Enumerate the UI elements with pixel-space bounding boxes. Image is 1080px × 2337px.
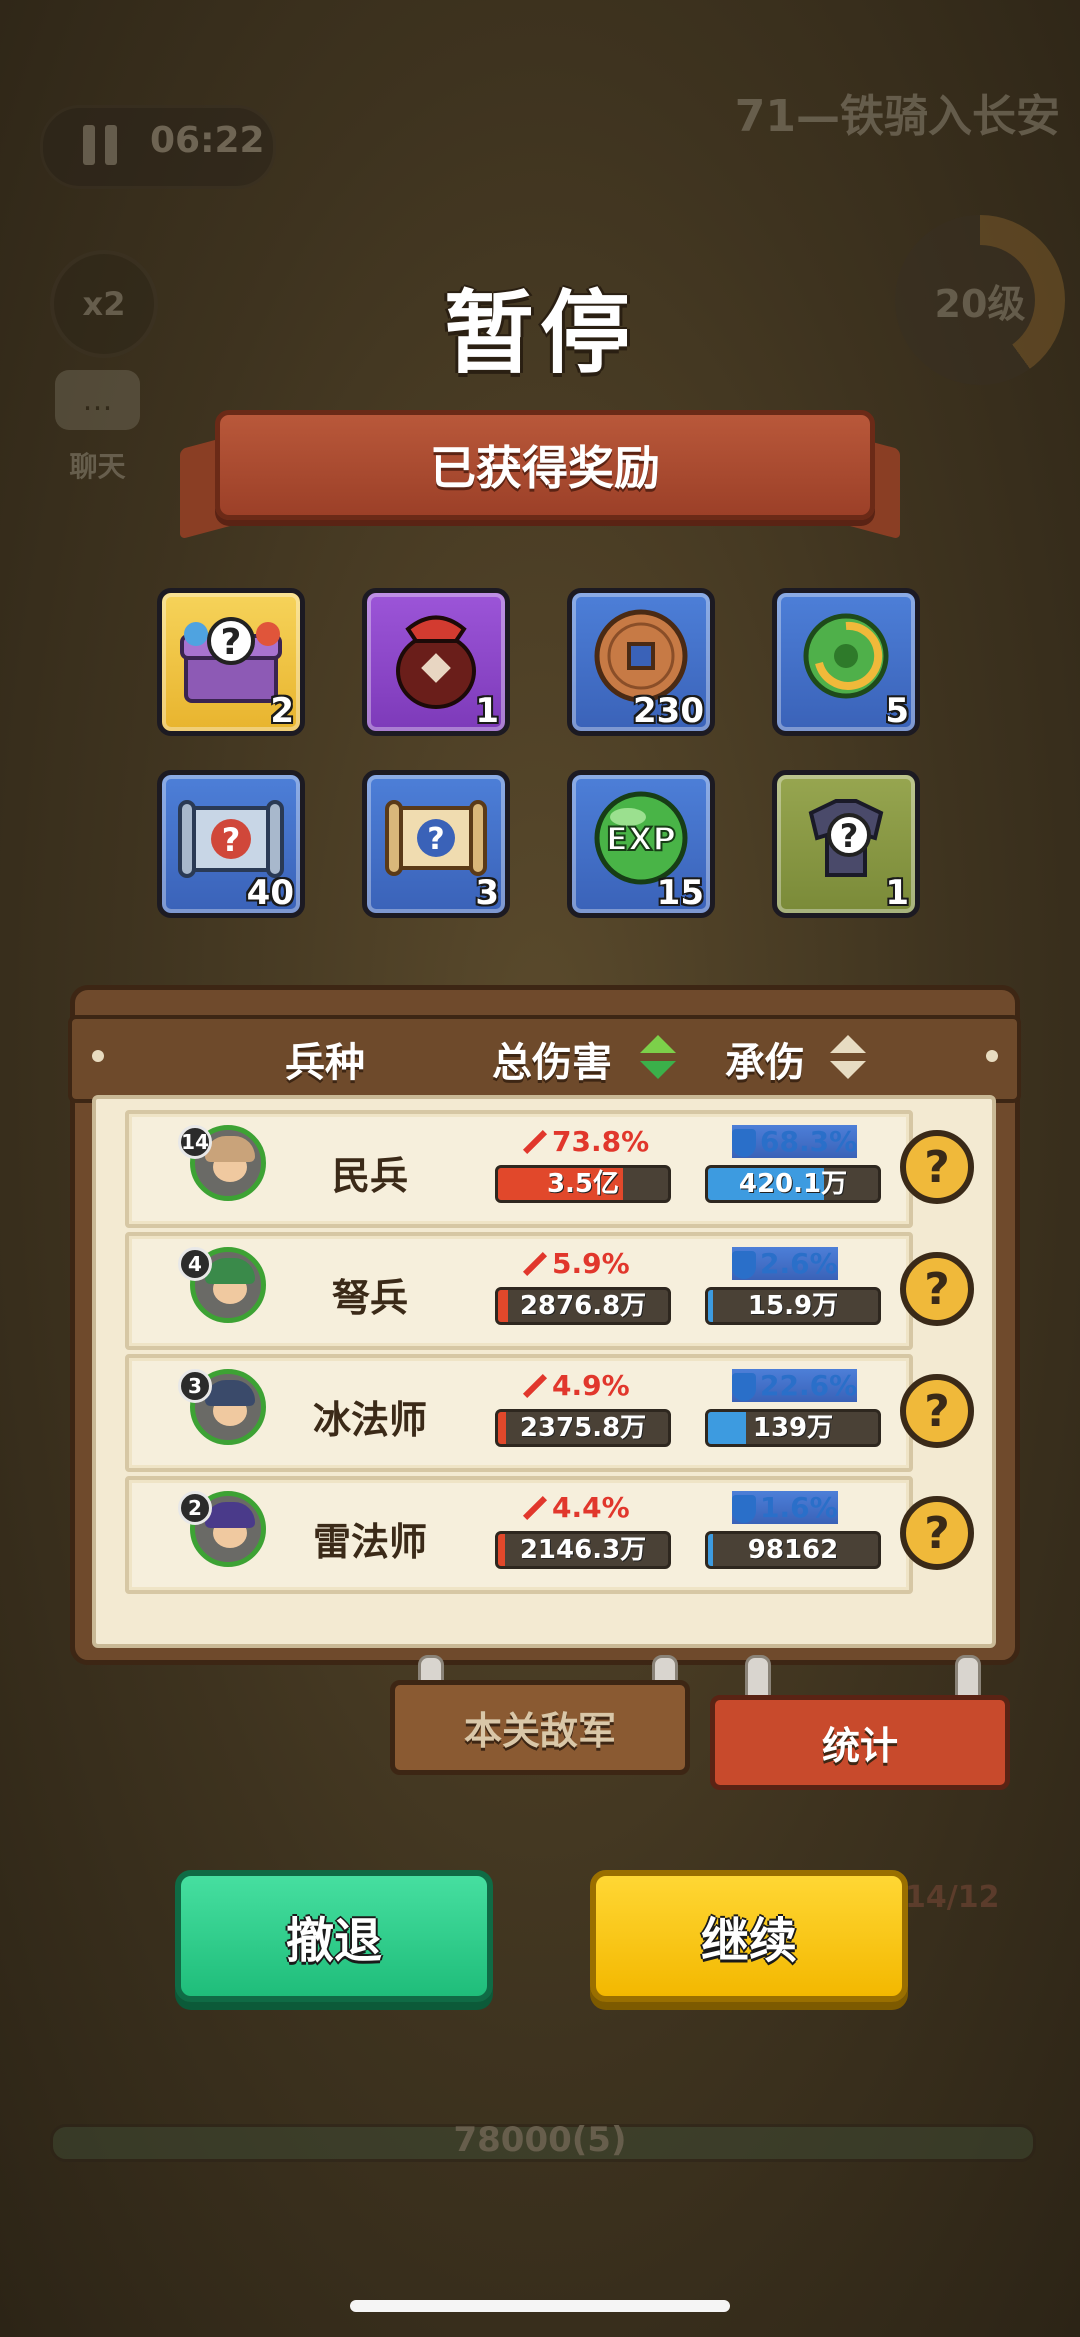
tab-statistics-label: 统计 [821, 1724, 898, 1768]
wine-jar-icon [396, 616, 476, 710]
continue-button[interactable]: 继续 [590, 1870, 908, 2002]
reward-count: 15 [656, 873, 704, 913]
battle-timer: 06:22 [150, 120, 265, 161]
reward-count: 5 [885, 691, 909, 731]
reward-mystery-armor[interactable]: ? 1 [772, 770, 920, 918]
unit-name: 民兵 [331, 1154, 408, 1198]
taken-percent: 68.3% [732, 1125, 858, 1158]
damage-bar: 2146.3万 [495, 1531, 671, 1569]
shield-icon [732, 1495, 756, 1523]
taken-percent: 2.6% [732, 1247, 838, 1280]
enemy-count: 14/12 [905, 1880, 1000, 1915]
tab-stage-enemies-label: 本关敌军 [463, 1709, 616, 1753]
header-rivet [92, 1050, 104, 1062]
damage-percent: 5.9% [522, 1247, 630, 1280]
reward-wine-jar[interactable]: 1 [362, 588, 510, 736]
taken-percent: 1.6% [732, 1491, 838, 1524]
reward-jade-pendant[interactable]: 5 [772, 588, 920, 736]
shield-icon [732, 1251, 756, 1279]
reward-count: 1 [475, 691, 499, 731]
reward-count: 40 [246, 873, 294, 913]
tab-stage-enemies[interactable]: 本关敌军 [390, 1680, 690, 1775]
unit-name: 弩兵 [331, 1276, 408, 1320]
chat-label: 聊天 [69, 450, 126, 483]
unit-info-button[interactable]: ? [900, 1130, 974, 1204]
base-hp-text: 78000(5) [453, 2120, 627, 2160]
reward-mystery-chest[interactable]: ? 2 [157, 588, 305, 736]
header-rivet [986, 1050, 998, 1062]
taken-percent: 22.6% [732, 1369, 858, 1402]
reward-count: 1 [885, 873, 909, 913]
sword-icon [522, 1130, 548, 1156]
reward-count: 2 [270, 691, 294, 731]
unit-level-badge: 4 [178, 1247, 212, 1281]
damage-bar: 2375.8万 [495, 1409, 671, 1447]
svg-text:?: ? [840, 817, 859, 855]
reward-count: 230 [633, 691, 704, 731]
shield-icon [732, 1373, 756, 1401]
unit-level-badge: 2 [178, 1491, 212, 1525]
pause-title: 暂停 [444, 281, 636, 386]
home-indicator[interactable] [350, 2300, 730, 2312]
column-damage-taken[interactable]: 承伤 [725, 1030, 805, 1088]
damage-bar: 3.5亿 [495, 1165, 671, 1203]
damage-bar: 2876.8万 [495, 1287, 671, 1325]
unit-name: 雷法师 [312, 1520, 427, 1564]
damage-percent: 4.4% [522, 1491, 630, 1524]
rewards-banner-text: 已获得奖励 [430, 441, 660, 495]
reward-exp-orb[interactable]: EXP 15 [567, 770, 715, 918]
damage-percent: 73.8% [522, 1125, 649, 1158]
reward-count: 3 [475, 873, 499, 913]
svg-text:EXP: EXP [606, 820, 676, 858]
taken-bar: 420.1万 [705, 1165, 881, 1203]
unit-info-button[interactable]: ? [900, 1496, 974, 1570]
stage-title: 71—铁骑入长安 [734, 91, 1060, 142]
sort-damage-icon[interactable] [640, 1035, 676, 1081]
taken-bar: 15.9万 [705, 1287, 881, 1325]
svg-text:?: ? [222, 821, 241, 859]
pause-icon[interactable] [50, 110, 150, 180]
sword-icon [522, 1252, 548, 1278]
reward-copper-coin[interactable]: 230 [567, 588, 715, 736]
damage-percent: 4.9% [522, 1369, 630, 1402]
continue-button-label: 继续 [700, 1913, 797, 1969]
taken-bar: 139万 [705, 1409, 881, 1447]
tab-statistics[interactable]: 统计 [710, 1695, 1010, 1790]
sort-taken-icon[interactable] [830, 1035, 866, 1081]
retreat-button-label: 撤退 [285, 1913, 382, 1969]
column-total-damage[interactable]: 总伤害 [492, 1030, 612, 1088]
sword-icon [522, 1374, 548, 1400]
unit-level-badge: 14 [178, 1125, 212, 1159]
unit-info-button[interactable]: ? [900, 1374, 974, 1448]
svg-text:?: ? [427, 822, 444, 857]
retreat-button[interactable]: 撤退 [175, 1870, 493, 2002]
reward-mystery-scroll-blue[interactable]: ? 40 [157, 770, 305, 918]
shield-icon [732, 1129, 756, 1157]
unit-name: 冰法师 [312, 1398, 427, 1442]
rewards-banner: 已获得奖励 [215, 410, 875, 520]
unit-level-badge: 3 [178, 1369, 212, 1403]
unit-info-button[interactable]: ? [900, 1252, 974, 1326]
svg-text:?: ? [221, 622, 242, 663]
reward-mystery-scroll[interactable]: ? 3 [362, 770, 510, 918]
column-unit: 兵种 [285, 1040, 365, 1086]
taken-bar: 98162 [705, 1531, 881, 1569]
sword-icon [522, 1496, 548, 1522]
